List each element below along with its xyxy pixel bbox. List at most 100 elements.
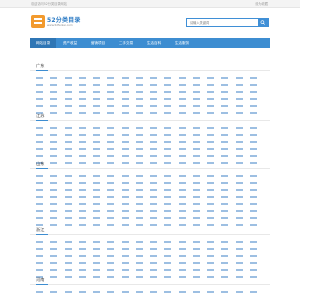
city-link[interactable] (192, 77, 200, 79)
city-link[interactable] (50, 291, 58, 293)
city-link[interactable] (150, 196, 157, 198)
city-link[interactable] (249, 182, 257, 184)
city-link[interactable] (121, 255, 129, 257)
city-link[interactable] (164, 98, 172, 100)
city-link[interactable] (207, 141, 214, 143)
city-link[interactable] (107, 210, 115, 212)
city-link[interactable] (121, 210, 129, 212)
city-link[interactable] (192, 84, 200, 86)
city-link[interactable] (121, 291, 129, 293)
city-link[interactable] (207, 291, 214, 293)
favorite-link[interactable]: 设为收藏 (255, 1, 268, 6)
city-link[interactable] (107, 241, 115, 243)
city-link[interactable] (192, 248, 200, 250)
city-link[interactable] (64, 203, 72, 205)
city-link[interactable] (192, 196, 200, 198)
city-link[interactable] (221, 98, 229, 100)
city-link[interactable] (178, 255, 186, 257)
city-link[interactable] (178, 134, 186, 136)
city-link[interactable] (93, 269, 100, 271)
city-link[interactable] (178, 91, 186, 93)
nav-item-secondhand[interactable]: 二手交易 (112, 38, 140, 48)
city-link[interactable] (64, 189, 72, 191)
city-link[interactable] (78, 210, 86, 212)
city-link[interactable] (150, 269, 157, 271)
city-link[interactable] (135, 127, 143, 129)
city-link[interactable] (235, 134, 243, 136)
city-link[interactable] (135, 255, 143, 257)
city-link[interactable] (164, 248, 172, 250)
city-link[interactable] (64, 155, 72, 157)
city-link[interactable] (164, 105, 172, 107)
city-link[interactable] (78, 127, 86, 129)
city-link[interactable] (235, 203, 243, 205)
city-link[interactable] (36, 210, 43, 212)
city-link[interactable] (235, 262, 243, 264)
city-link[interactable] (36, 262, 43, 264)
city-link[interactable] (50, 175, 58, 177)
city-link[interactable] (207, 105, 214, 107)
city-link[interactable] (50, 196, 58, 198)
city-link[interactable] (164, 196, 172, 198)
city-link[interactable] (93, 189, 100, 191)
city-link[interactable] (221, 241, 229, 243)
city-link[interactable] (135, 134, 143, 136)
city-link[interactable] (36, 189, 43, 191)
city-link[interactable] (192, 203, 200, 205)
city-link[interactable] (249, 255, 257, 257)
city-link[interactable] (235, 141, 243, 143)
city-link[interactable] (192, 182, 200, 184)
city-link[interactable] (164, 189, 172, 191)
city-link[interactable] (36, 248, 43, 250)
city-link[interactable] (78, 241, 86, 243)
city-link[interactable] (221, 262, 229, 264)
city-link[interactable] (107, 291, 115, 293)
city-link[interactable] (192, 134, 200, 136)
city-link[interactable] (249, 77, 257, 79)
city-link[interactable] (107, 77, 115, 79)
city-link[interactable] (93, 210, 100, 212)
city-link[interactable] (107, 98, 115, 100)
city-link[interactable] (64, 91, 72, 93)
city-link[interactable] (36, 91, 43, 93)
city-link[interactable] (207, 182, 214, 184)
city-link[interactable] (150, 141, 157, 143)
city-link[interactable] (135, 84, 143, 86)
city-link[interactable] (207, 148, 214, 150)
city-link[interactable] (64, 127, 72, 129)
city-link[interactable] (36, 98, 43, 100)
city-link[interactable] (121, 269, 129, 271)
city-link[interactable] (36, 84, 43, 86)
city-link[interactable] (64, 210, 72, 212)
city-link[interactable] (221, 91, 229, 93)
city-link[interactable] (121, 175, 129, 177)
city-link[interactable] (221, 175, 229, 177)
city-link[interactable] (221, 203, 229, 205)
city-link[interactable] (36, 203, 43, 205)
city-link[interactable] (135, 182, 143, 184)
city-link[interactable] (78, 182, 86, 184)
city-link[interactable] (78, 175, 86, 177)
city-link[interactable] (207, 210, 214, 212)
city-link[interactable] (164, 77, 172, 79)
city-link[interactable] (50, 189, 58, 191)
city-link[interactable] (50, 182, 58, 184)
city-link[interactable] (249, 241, 257, 243)
city-link[interactable] (221, 210, 229, 212)
city-link[interactable] (50, 91, 58, 93)
city-link[interactable] (107, 196, 115, 198)
city-link[interactable] (78, 105, 86, 107)
city-link[interactable] (93, 255, 100, 257)
city-link[interactable] (135, 141, 143, 143)
city-link[interactable] (121, 77, 129, 79)
city-link[interactable] (235, 269, 243, 271)
city-link[interactable] (36, 182, 43, 184)
city-link[interactable] (64, 148, 72, 150)
city-link[interactable] (150, 262, 157, 264)
city-link[interactable] (221, 189, 229, 191)
city-link[interactable] (164, 210, 172, 212)
city-link[interactable] (164, 127, 172, 129)
city-link[interactable] (192, 241, 200, 243)
city-link[interactable] (164, 262, 172, 264)
city-link[interactable] (107, 262, 115, 264)
